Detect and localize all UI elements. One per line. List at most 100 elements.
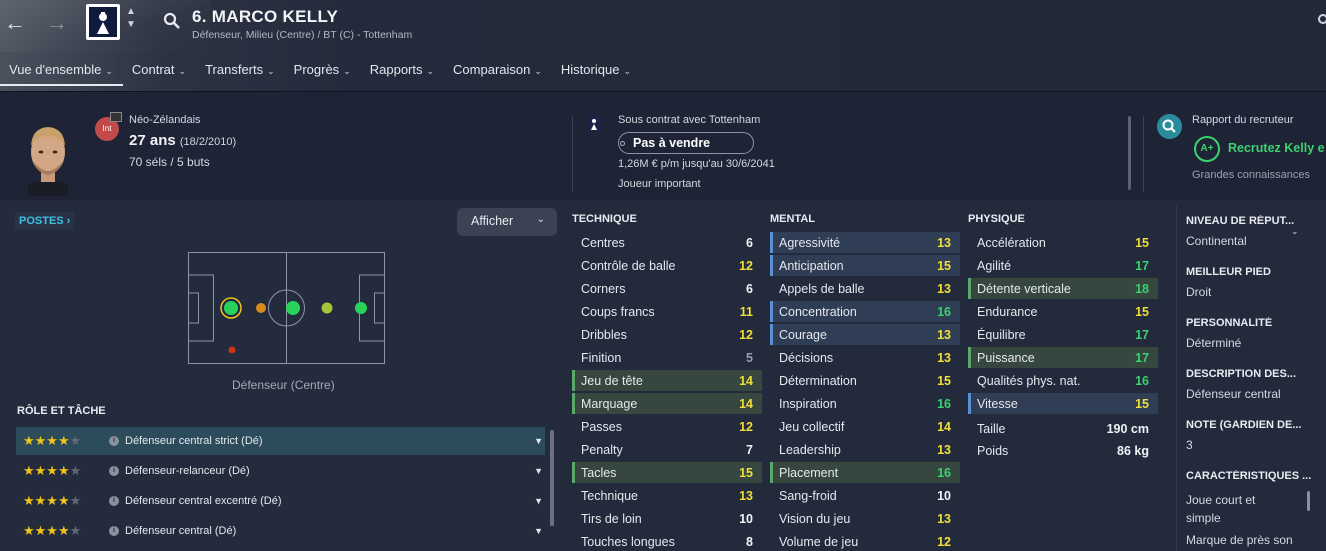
role-row[interactable]: ★★★★★ i Défenseur central (Dé) ▼ xyxy=(16,517,545,545)
physique-attribute-row[interactable]: Puissance 17 xyxy=(968,347,1158,368)
positions-link[interactable]: POSTES › xyxy=(15,212,75,230)
attribute-value: 13 xyxy=(937,511,951,526)
mental-attribute-row[interactable]: Inspiration 16 xyxy=(770,393,960,414)
chevron-down-icon[interactable]: ▼ xyxy=(534,436,543,446)
position-dc-dot[interactable] xyxy=(224,301,238,315)
attribute-value: 6 xyxy=(746,281,753,296)
club-crest-icon[interactable] xyxy=(88,6,118,38)
physique-attribute-row[interactable]: Endurance 15 xyxy=(968,301,1158,322)
tab-contract[interactable]: Contrat ⌄ xyxy=(123,56,196,86)
physique-attribute-row[interactable]: Équilibre 17 xyxy=(968,324,1158,345)
mental-attribute-row[interactable]: Décisions 13 xyxy=(770,347,960,368)
chevron-down-icon[interactable]: ▼ xyxy=(534,496,543,506)
role-row[interactable]: ★★★★★ i Défenseur-relanceur (Dé) ▼ xyxy=(16,457,545,485)
mental-attribute-row[interactable]: Concentration 16 xyxy=(770,301,960,322)
attribute-name: Agressivité xyxy=(779,235,841,250)
attribute-value: 15 xyxy=(739,465,753,480)
physique-attribute-row[interactable]: Accélération 15 xyxy=(968,232,1158,253)
position-mc-dot[interactable] xyxy=(286,301,300,315)
info-icon[interactable]: i xyxy=(109,466,119,476)
attribute-value: 12 xyxy=(739,327,753,342)
height-label: Taille xyxy=(977,422,1006,436)
technique-attribute-row[interactable]: Penalty 7 xyxy=(572,439,762,460)
scout-search-icon[interactable] xyxy=(1157,114,1182,139)
attribute-name: Vitesse xyxy=(977,396,1018,411)
globe-icon[interactable] xyxy=(1318,14,1326,24)
role-row[interactable]: ★★★★★ i Défenseur central excentré (Dé) … xyxy=(16,487,545,515)
position-am-dot[interactable] xyxy=(321,302,333,314)
chevron-down-icon: ⌄ xyxy=(623,66,631,76)
mental-attribute-row[interactable]: Agressivité 13 xyxy=(770,232,960,253)
physique-attribute-row[interactable]: Vitesse 15 xyxy=(968,393,1158,414)
technique-attribute-row[interactable]: Jeu de tête 14 xyxy=(572,370,762,391)
chevron-down-icon: ⌄ xyxy=(178,66,187,76)
mental-attribute-row[interactable]: Anticipation 15 xyxy=(770,255,960,276)
technique-attribute-row[interactable]: Dribbles 12 xyxy=(572,324,762,345)
mental-attribute-row[interactable]: Leadership 13 xyxy=(770,439,960,460)
technique-attribute-row[interactable]: Finition 5 xyxy=(572,347,762,368)
player-face-avatar[interactable] xyxy=(20,118,76,196)
tab-label: Transferts xyxy=(205,62,264,77)
search-icon[interactable] xyxy=(163,12,181,30)
date-of-birth: (18/2/2010) xyxy=(179,136,237,148)
tab-reports[interactable]: Rapports ⌄ xyxy=(361,56,444,86)
mental-attribute-row[interactable]: Placement 16 xyxy=(770,462,960,483)
technique-attribute-row[interactable]: Tirs de loin 10 xyxy=(572,508,762,529)
mental-attribute-row[interactable]: Vision du jeu 13 xyxy=(770,508,960,529)
technique-attribute-row[interactable]: Touches longues 8 xyxy=(572,531,762,551)
personality-title: PERSONNALITÉ xyxy=(1186,317,1273,329)
technique-attribute-row[interactable]: Contrôle de balle 12 xyxy=(572,255,762,276)
position-pitch[interactable] xyxy=(188,252,385,364)
tab-transfers[interactable]: Transferts ⌄ xyxy=(196,56,285,86)
divider xyxy=(572,116,573,192)
physique-attribute-row[interactable]: Détente verticale 18 xyxy=(968,278,1158,299)
tab-comparison[interactable]: Comparaison ⌄ xyxy=(444,56,552,86)
technique-attribute-row[interactable]: Passes 12 xyxy=(572,416,762,437)
chevron-down-icon[interactable]: ▼ xyxy=(534,466,543,476)
scrollbar[interactable] xyxy=(1128,116,1131,190)
player-switch-icon[interactable]: ▲ ▼ xyxy=(126,5,136,31)
roles-scrollbar[interactable] xyxy=(550,430,554,526)
mental-attribute-row[interactable]: Jeu collectif 14 xyxy=(770,416,960,437)
attribute-name: Finition xyxy=(581,350,622,365)
technique-attribute-row[interactable]: Tacles 15 xyxy=(572,462,762,483)
scout-report-title: Rapport du recruteur xyxy=(1192,114,1294,126)
scout-recommendation[interactable]: Recrutez Kelly e xyxy=(1228,141,1325,155)
mental-attribute-row[interactable]: Détermination 15 xyxy=(770,370,960,391)
star-off-icon: ★ xyxy=(69,523,82,538)
physique-attribute-row[interactable]: Qualités phys. nat. 16 xyxy=(968,370,1158,391)
technique-attribute-row[interactable]: Technique 13 xyxy=(572,485,762,506)
mental-attribute-row[interactable]: Courage 13 xyxy=(770,324,960,345)
mental-attribute-row[interactable]: Sang-froid 10 xyxy=(770,485,960,506)
info-icon[interactable]: i xyxy=(109,526,119,536)
tab-overview[interactable]: Vue d'ensemble ⌄ xyxy=(0,56,123,86)
technique-attribute-row[interactable]: Corners 6 xyxy=(572,278,762,299)
position-wb-dot[interactable] xyxy=(228,346,236,354)
mental-attribute-row[interactable]: Volume de jeu 12 xyxy=(770,531,960,551)
show-dropdown[interactable]: Afficher ⌄ xyxy=(457,208,557,236)
pitch-right-six-yard xyxy=(374,292,385,324)
forward-arrow-icon[interactable]: → xyxy=(46,10,68,36)
attribute-name: Marquage xyxy=(581,396,638,411)
back-arrow-icon[interactable]: ← xyxy=(4,10,26,36)
technique-attribute-row[interactable]: Centres 6 xyxy=(572,232,762,253)
traits-scrollbar[interactable] xyxy=(1307,491,1310,511)
mental-attribute-row[interactable]: Appels de balle 13 xyxy=(770,278,960,299)
technique-attribute-row[interactable]: Marquage 14 xyxy=(572,393,762,414)
role-row-selected[interactable]: ★★★★★ i Défenseur central strict (Dé) ▼ xyxy=(16,427,545,455)
chevron-down-icon[interactable]: ⌄ xyxy=(1291,226,1299,237)
position-st-dot[interactable] xyxy=(355,302,367,314)
physique-attribute-row[interactable]: Agilité 17 xyxy=(968,255,1158,276)
attribute-value: 13 xyxy=(739,488,753,503)
info-icon[interactable]: i xyxy=(109,436,119,446)
attribute-value: 14 xyxy=(739,396,753,411)
technique-attribute-row[interactable]: Coups francs 11 xyxy=(572,301,762,322)
attribute-value: 12 xyxy=(739,258,753,273)
position-dm-dot[interactable] xyxy=(256,303,266,313)
tab-history[interactable]: Historique ⌄ xyxy=(552,56,641,86)
description-value: Défenseur central xyxy=(1186,387,1281,401)
transfer-status-button[interactable]: Pas à vendre xyxy=(618,132,754,154)
info-icon[interactable]: i xyxy=(109,496,119,506)
chevron-down-icon[interactable]: ▼ xyxy=(534,526,543,536)
tab-progress[interactable]: Progrès ⌄ xyxy=(285,56,361,86)
